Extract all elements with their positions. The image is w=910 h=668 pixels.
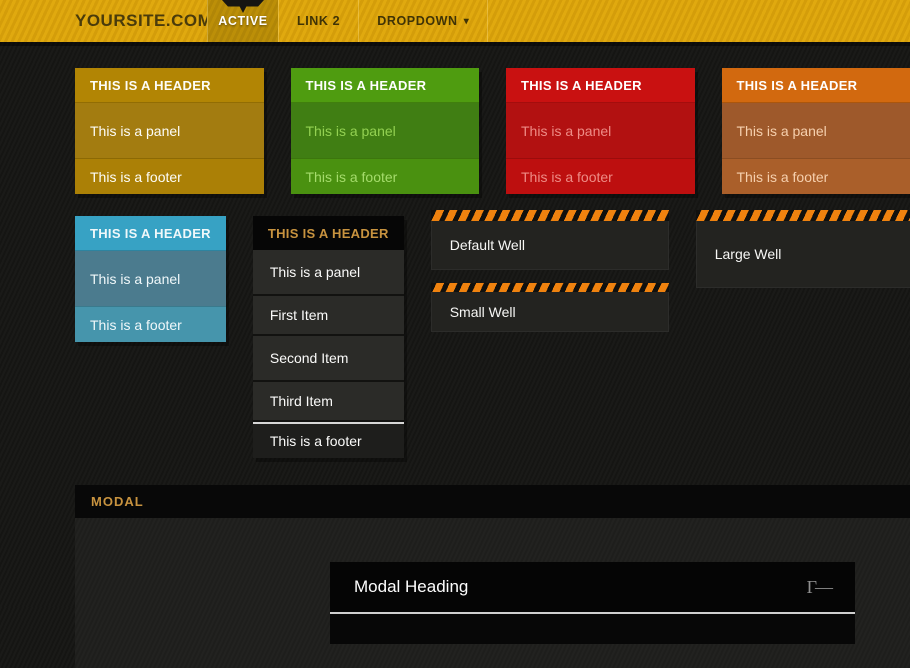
- modal-heading: Modal Heading: [354, 577, 807, 597]
- panel-header: THIS IS A HEADER: [722, 68, 910, 103]
- modal-header: Modal Heading Γ—: [330, 562, 855, 612]
- active-tab-notch-icon: [222, 0, 264, 13]
- panel-header: THIS IS A HEADER: [75, 216, 226, 251]
- hazard-stripe-icon: [431, 283, 669, 292]
- wells-column: Default Well Small Well: [431, 210, 669, 332]
- nav-item-active[interactable]: ACTIVE: [207, 0, 278, 42]
- close-icon[interactable]: Γ—: [807, 577, 831, 598]
- second-row: THIS IS A HEADER This is a panel This is…: [75, 210, 910, 458]
- panel-blue: THIS IS A HEADER This is a panel This is…: [75, 216, 226, 342]
- modal-section-body: Modal Heading Γ—: [75, 518, 910, 668]
- nav-item-link2-label: LINK 2: [297, 14, 340, 28]
- main-content: THIS IS A HEADER This is a panel This is…: [0, 68, 910, 668]
- panel-body: This is a panel: [75, 103, 264, 158]
- nav-item-active-label: ACTIVE: [218, 14, 267, 28]
- panel-body: This is a panel: [722, 103, 910, 158]
- panel-header: THIS IS A HEADER: [506, 68, 695, 103]
- panel-red: THIS IS A HEADER This is a panel This is…: [506, 68, 695, 194]
- nav-item-dropdown-label: DROPDOWN: [377, 14, 458, 28]
- panels-row: THIS IS A HEADER This is a panel This is…: [75, 68, 910, 194]
- panel-header: THIS IS A HEADER: [253, 216, 404, 250]
- panel-footer: This is a footer: [291, 158, 480, 194]
- panel-header: THIS IS A HEADER: [291, 68, 480, 103]
- nav-item-dropdown[interactable]: DROPDOWN ▾: [358, 0, 488, 42]
- well-gap: [431, 270, 669, 283]
- panel-footer: This is a footer: [75, 158, 264, 194]
- small-well: Small Well: [431, 292, 669, 332]
- list-item[interactable]: First Item: [253, 296, 404, 336]
- panel-footer: This is a footer: [253, 422, 404, 458]
- panel-green: THIS IS A HEADER This is a panel This is…: [291, 68, 480, 194]
- nav-item-link2[interactable]: LINK 2: [278, 0, 358, 42]
- panel-orange: THIS IS A HEADER This is a panel This is…: [722, 68, 910, 194]
- modal-dialog: Modal Heading Γ—: [330, 562, 855, 644]
- modal-body: [330, 614, 855, 644]
- site-brand[interactable]: YOURSITE.COM: [75, 0, 207, 42]
- default-well: Default Well: [431, 221, 669, 270]
- large-well: Large Well: [696, 221, 910, 288]
- list-item[interactable]: Third Item: [253, 382, 404, 422]
- panel-header: THIS IS A HEADER: [75, 68, 264, 103]
- panel-dark-list: THIS IS A HEADER This is a panel First I…: [253, 216, 404, 458]
- panel-body: This is a panel: [75, 251, 226, 306]
- panel-gold: THIS IS A HEADER This is a panel This is…: [75, 68, 264, 194]
- list-item[interactable]: Second Item: [253, 336, 404, 382]
- hazard-stripe-icon: [696, 210, 910, 221]
- panel-body: This is a panel: [506, 103, 695, 158]
- panel-body: This is a panel: [291, 103, 480, 158]
- top-navbar: YOURSITE.COM ACTIVE LINK 2 DROPDOWN ▾: [0, 0, 910, 42]
- hazard-stripe-icon: [431, 210, 669, 221]
- panel-footer: This is a footer: [722, 158, 910, 194]
- panel-body: This is a panel: [253, 250, 404, 296]
- modal-section-panel: MODAL Modal Heading Γ—: [75, 485, 910, 668]
- large-well-column: Large Well: [696, 210, 910, 288]
- modal-section-title: MODAL: [75, 485, 910, 518]
- caret-down-icon: ▾: [464, 16, 470, 27]
- panel-footer: This is a footer: [506, 158, 695, 194]
- panel-footer: This is a footer: [75, 306, 226, 342]
